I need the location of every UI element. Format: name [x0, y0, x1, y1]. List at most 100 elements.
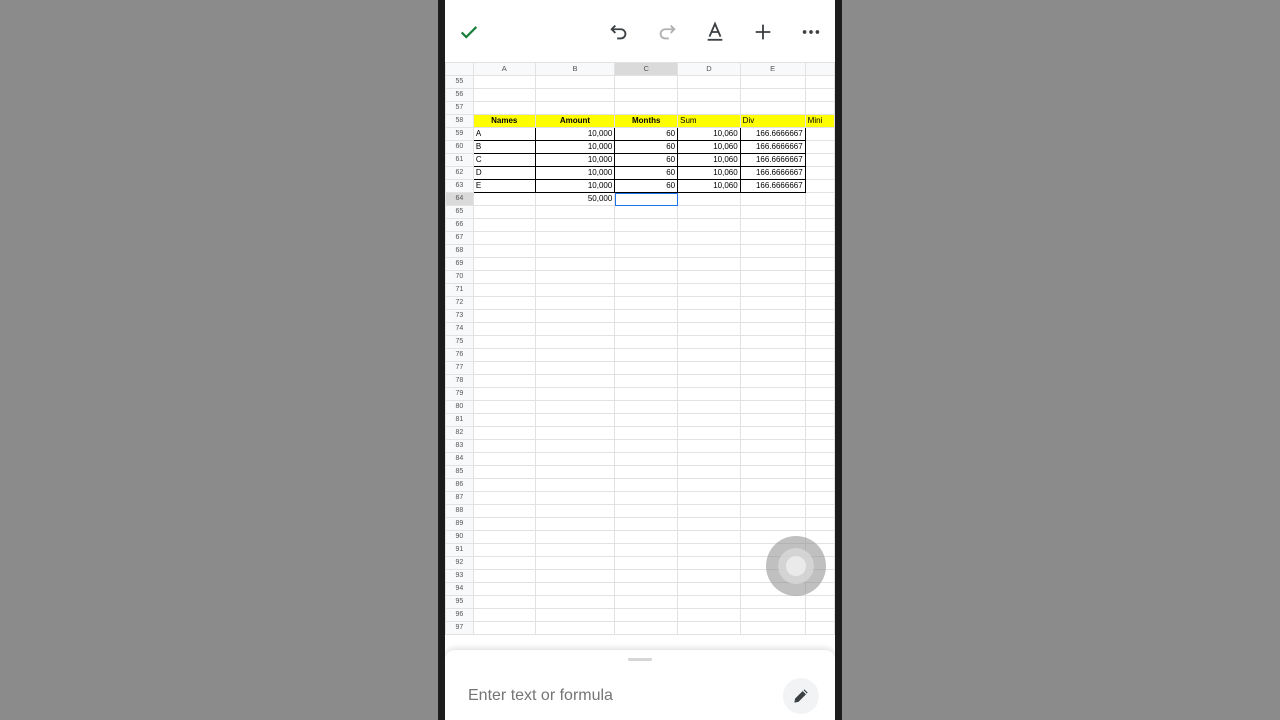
cell[interactable]: 60	[614, 179, 679, 193]
column-header-next[interactable]	[804, 62, 835, 76]
row-header[interactable]: 87	[445, 491, 474, 505]
cell[interactable]	[677, 452, 741, 466]
cell[interactable]	[804, 140, 835, 154]
cell[interactable]	[677, 621, 741, 635]
cell[interactable]	[677, 244, 741, 258]
cell[interactable]	[804, 218, 835, 232]
cell[interactable]	[739, 348, 806, 362]
cell[interactable]	[677, 439, 741, 453]
cell[interactable]	[804, 101, 835, 115]
row-header[interactable]: 82	[445, 426, 474, 440]
cell[interactable]	[739, 439, 806, 453]
cell[interactable]	[804, 413, 835, 427]
cell[interactable]	[739, 218, 806, 232]
row-header[interactable]: 72	[445, 296, 474, 310]
cell[interactable]	[614, 374, 679, 388]
row-header[interactable]: 67	[445, 231, 474, 245]
header-cell[interactable]: Months	[614, 114, 679, 128]
cell[interactable]	[677, 322, 741, 336]
cell[interactable]	[614, 296, 679, 310]
cell[interactable]	[677, 608, 741, 622]
cell[interactable]	[614, 413, 679, 427]
cell[interactable]	[472, 608, 536, 622]
cell[interactable]	[472, 257, 536, 271]
cell[interactable]	[614, 231, 679, 245]
cell[interactable]	[534, 244, 616, 258]
cell[interactable]: 10,060	[677, 179, 741, 193]
cell[interactable]	[614, 361, 679, 375]
cell[interactable]	[472, 413, 536, 427]
redo-icon[interactable]	[653, 18, 681, 46]
row-header[interactable]: 90	[445, 530, 474, 544]
cell[interactable]	[739, 387, 806, 401]
cell[interactable]	[534, 283, 616, 297]
cell[interactable]: 166.6666667	[739, 179, 806, 193]
row-header[interactable]: 76	[445, 348, 474, 362]
cell[interactable]	[534, 322, 616, 336]
cell[interactable]	[472, 361, 536, 375]
cell[interactable]	[677, 530, 741, 544]
cell[interactable]	[677, 517, 741, 531]
cell[interactable]	[739, 400, 806, 414]
cell[interactable]	[739, 296, 806, 310]
cell[interactable]	[472, 387, 536, 401]
cell[interactable]	[472, 218, 536, 232]
cell[interactable]	[614, 309, 679, 323]
cell[interactable]	[614, 400, 679, 414]
cell[interactable]	[614, 257, 679, 271]
cell[interactable]	[739, 335, 806, 349]
edit-pencil-button[interactable]	[783, 678, 819, 714]
cell[interactable]	[472, 530, 536, 544]
cell[interactable]	[677, 504, 741, 518]
row-header[interactable]: 74	[445, 322, 474, 336]
cell[interactable]	[804, 296, 835, 310]
cell[interactable]	[614, 491, 679, 505]
cell[interactable]	[739, 595, 806, 609]
cell[interactable]	[804, 166, 835, 180]
cell[interactable]	[677, 283, 741, 297]
cell[interactable]	[739, 504, 806, 518]
cell[interactable]	[804, 257, 835, 271]
cell[interactable]	[614, 283, 679, 297]
header-cell[interactable]: Names	[472, 114, 536, 128]
cell[interactable]	[534, 478, 616, 492]
cell[interactable]	[804, 244, 835, 258]
cell[interactable]	[534, 361, 616, 375]
cell[interactable]	[472, 478, 536, 492]
cell[interactable]	[472, 491, 536, 505]
cell[interactable]	[677, 582, 741, 596]
cell[interactable]	[614, 569, 679, 583]
row-header[interactable]: 71	[445, 283, 474, 297]
cell[interactable]	[472, 595, 536, 609]
cell[interactable]	[472, 569, 536, 583]
cell[interactable]	[677, 192, 741, 206]
cell[interactable]	[534, 413, 616, 427]
cell[interactable]	[739, 478, 806, 492]
cell[interactable]	[614, 270, 679, 284]
cell[interactable]: 10,000	[534, 127, 616, 141]
header-cell[interactable]: Div	[739, 114, 806, 128]
cell[interactable]	[804, 179, 835, 193]
row-header[interactable]: 64	[445, 192, 474, 206]
cell[interactable]	[534, 231, 616, 245]
cell[interactable]	[739, 491, 806, 505]
cell[interactable]	[677, 309, 741, 323]
cell[interactable]	[472, 452, 536, 466]
cell[interactable]	[534, 270, 616, 284]
cell[interactable]	[677, 296, 741, 310]
cell[interactable]	[804, 478, 835, 492]
cell[interactable]	[614, 88, 679, 102]
cell[interactable]	[804, 400, 835, 414]
cell[interactable]	[534, 101, 616, 115]
cell[interactable]	[472, 244, 536, 258]
cell[interactable]: 60	[614, 127, 679, 141]
cell[interactable]	[534, 296, 616, 310]
cell[interactable]: 10,000	[534, 153, 616, 167]
cell[interactable]	[614, 478, 679, 492]
row-header[interactable]: 68	[445, 244, 474, 258]
row-header[interactable]: 57	[445, 101, 474, 115]
column-header-d[interactable]: D	[677, 62, 741, 76]
cell[interactable]	[472, 439, 536, 453]
cell[interactable]	[739, 88, 806, 102]
row-header[interactable]: 97	[445, 621, 474, 635]
